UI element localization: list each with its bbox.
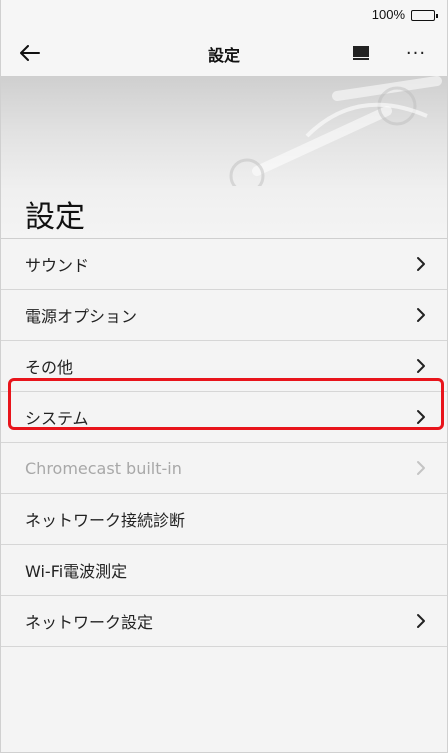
menu-item-label: サウンド — [25, 256, 90, 275]
settings-menu-list: サウンド 電源オプション その他 システム Chromecast built-i… — [1, 238, 447, 647]
chevron-right-icon — [417, 359, 425, 373]
menu-item-sound[interactable]: サウンド — [1, 239, 447, 290]
battery-icon — [411, 10, 438, 21]
menu-item-label: Chromecast built-in — [25, 458, 182, 478]
menu-item-label: システム — [25, 409, 89, 428]
more-horizontal-icon: ··· — [405, 42, 427, 64]
chevron-right-icon — [417, 308, 425, 322]
menu-item-wifi-signal-measurement[interactable]: Wi-Fi電波測定 — [1, 545, 447, 596]
menu-item-chromecast-built-in[interactable]: Chromecast built-in — [1, 443, 447, 494]
header-banner: 設定 — [1, 76, 447, 240]
more-options-button[interactable]: ··· — [399, 38, 433, 68]
menu-item-label: Wi-Fi電波測定 — [25, 562, 128, 581]
page-title: 設定 — [25, 200, 85, 235]
menu-item-label: ネットワーク設定 — [25, 613, 154, 632]
chevron-right-icon — [417, 461, 425, 475]
chevron-right-icon — [417, 410, 425, 424]
menu-item-label: ネットワーク接続診断 — [25, 511, 186, 530]
menu-item-system[interactable]: システム — [1, 392, 447, 443]
toolbar-title: 設定 — [207, 46, 240, 65]
toolbar: 設定 ··· — [1, 30, 447, 76]
display-button[interactable] — [347, 40, 375, 66]
chevron-right-icon — [417, 257, 425, 271]
menu-item-other[interactable]: その他 — [1, 341, 447, 392]
battery-percentage: 100% — [371, 7, 405, 22]
menu-item-label: その他 — [25, 358, 74, 377]
menu-item-label: 電源オプション — [25, 307, 138, 326]
chevron-right-icon — [417, 614, 425, 628]
menu-item-network-settings[interactable]: ネットワーク設定 — [1, 596, 447, 647]
app-frame: 100% 設定 ··· 設定 サウンド 電源オプション その他 システム Chr… — [0, 0, 448, 753]
display-icon — [353, 46, 369, 60]
status-bar: 100% — [1, 0, 447, 30]
wrench-illustration — [229, 76, 442, 186]
menu-item-power-options[interactable]: 電源オプション — [1, 290, 447, 341]
menu-item-network-diagnosis[interactable]: ネットワーク接続診断 — [1, 494, 447, 545]
